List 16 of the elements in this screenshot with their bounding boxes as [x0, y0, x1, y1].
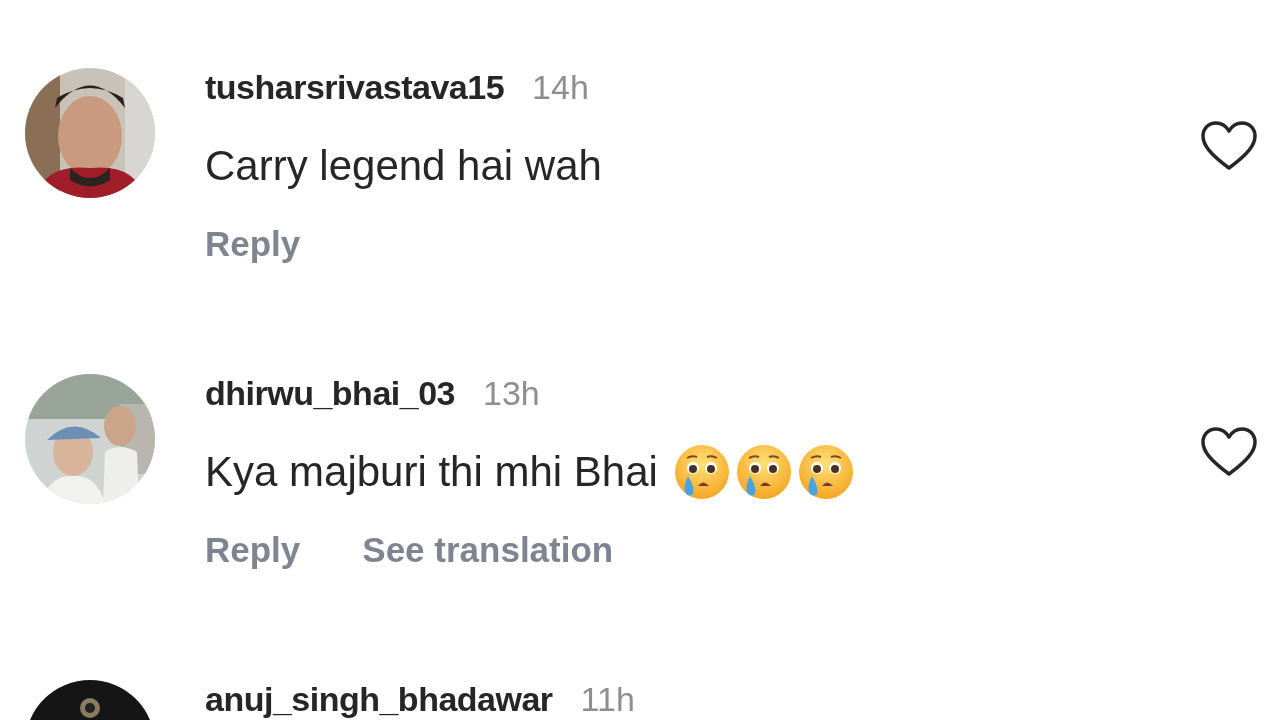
username[interactable]: tusharsrivastava15: [205, 68, 505, 107]
comment-text: Carry legend hai wah: [205, 142, 602, 190]
comment-action-link[interactable]: Reply: [205, 530, 301, 570]
heart-icon[interactable]: [1200, 426, 1258, 478]
comment-text: Kya majburi thi mhi Bhai: [205, 448, 658, 496]
username[interactable]: dhirwu_bhai_03: [205, 374, 455, 413]
timestamp: 11h: [580, 680, 635, 719]
username[interactable]: anuj_singh_bhadawar: [205, 680, 553, 719]
timestamp: 14h: [532, 68, 589, 107]
comment-action-link[interactable]: Reply: [205, 224, 301, 264]
crying-face-icon: [797, 444, 854, 500]
crying-face-icon: [735, 444, 792, 500]
heart-icon[interactable]: [1200, 120, 1258, 172]
timestamp: 13h: [482, 374, 540, 413]
comment-action-link[interactable]: See translation: [362, 530, 614, 570]
crying-face-icon: [673, 444, 730, 500]
